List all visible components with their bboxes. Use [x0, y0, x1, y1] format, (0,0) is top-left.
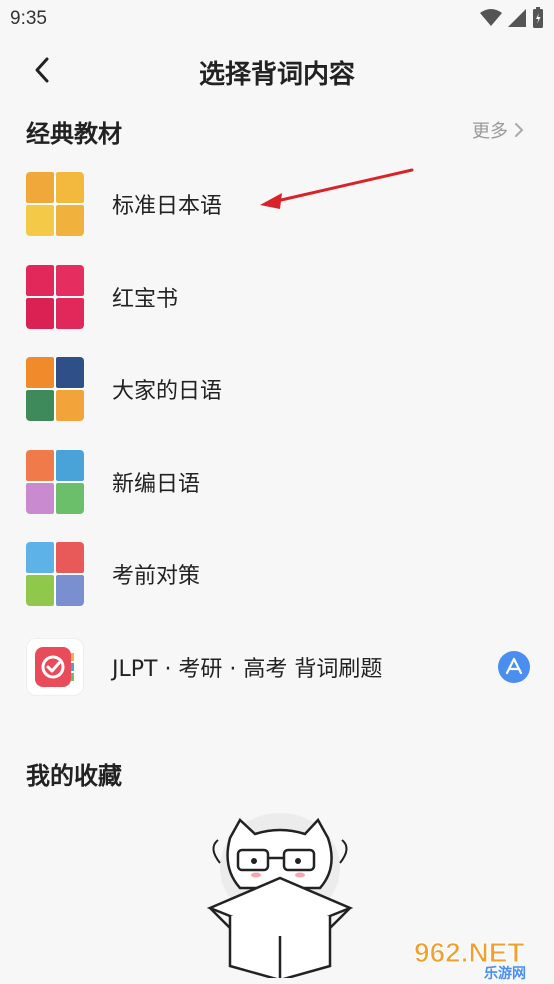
- book-cover: [26, 357, 84, 422]
- cat-in-box-illustration: [206, 813, 354, 978]
- nav-bar: 选择背词内容: [0, 40, 554, 100]
- watermark-subtext: 乐游网: [484, 965, 526, 980]
- book-label: 新编日语: [112, 471, 201, 497]
- battery-icon: [533, 7, 543, 28]
- book-label: 考前对策: [112, 564, 201, 590]
- book-list: 标准日本语 红宝书 大家的日语 新编日语 考前对策 JLPT · 考研 · 高考…: [0, 158, 554, 713]
- book-cover: [26, 264, 84, 329]
- book-item-kaoqian[interactable]: 考前对策: [0, 528, 554, 621]
- section-title-classic: 经典教材: [26, 120, 122, 148]
- status-time: 9:35: [10, 8, 47, 29]
- status-icons: [480, 7, 544, 29]
- watermark-logo: 962.NET 乐游网: [414, 937, 527, 981]
- book-cover: [26, 542, 84, 607]
- book-label: 大家的日语: [112, 379, 223, 405]
- check-badge-icon: [35, 646, 74, 687]
- book-cover: [26, 449, 84, 514]
- status-bar: 9:35: [0, 0, 554, 38]
- book-item-hongbaoshu[interactable]: 红宝书: [0, 251, 554, 344]
- book-item-dajia[interactable]: 大家的日语: [0, 343, 554, 436]
- book-label: 红宝书: [112, 286, 179, 312]
- appstore-icon[interactable]: [498, 650, 530, 683]
- more-label: 更多: [472, 121, 508, 142]
- section-title-favorites: 我的收藏: [26, 762, 122, 790]
- book-item-biaozhun[interactable]: 标准日本语: [0, 158, 554, 251]
- app-logo: [26, 637, 84, 696]
- wifi-icon: [480, 9, 502, 26]
- book-label: 标准日本语: [112, 194, 223, 220]
- app-promo-label: JLPT · 考研 · 高考 背词刷题: [112, 656, 383, 682]
- book-item-xinbian[interactable]: 新编日语: [0, 436, 554, 529]
- page-title: 选择背词内容: [198, 60, 355, 90]
- more-button[interactable]: 更多: [472, 117, 524, 143]
- chevron-right-icon: [515, 123, 524, 137]
- watermark-text: 962.NET: [414, 937, 525, 968]
- book-cover: [26, 172, 84, 237]
- app-promo-item[interactable]: JLPT · 考研 · 高考 背词刷题: [0, 621, 554, 714]
- signal-icon: [508, 9, 526, 27]
